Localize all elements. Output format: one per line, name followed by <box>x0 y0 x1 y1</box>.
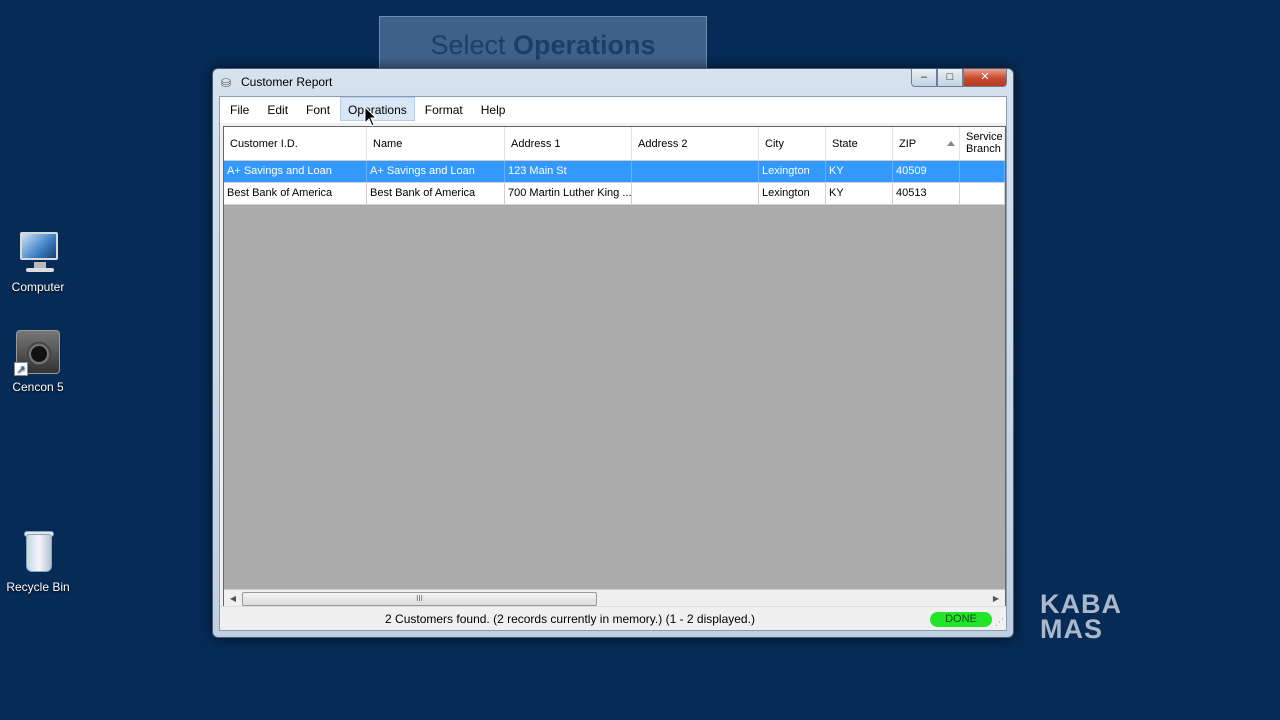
mouse-pointer-icon <box>364 106 378 127</box>
column-header-city[interactable]: City <box>759 127 826 160</box>
cell-address-1: 700 Martin Luther King ... <box>505 183 632 204</box>
cell-city: Lexington <box>759 183 826 204</box>
title-bar[interactable]: ⛁ Customer Report ‒ □ ✕ <box>213 69 1013 97</box>
column-header-customer-id[interactable]: Customer I.D. <box>224 127 367 160</box>
logo-line-2: MAS <box>1040 614 1103 644</box>
minimize-button[interactable]: ‒ <box>911 69 937 87</box>
desktop-icon-recycle-bin[interactable]: Recycle Bin <box>0 528 76 594</box>
scroll-right-arrow-icon[interactable]: ▶ <box>989 592 1003 606</box>
desktop-icon-cencon[interactable]: ↗ Cencon 5 <box>0 328 76 394</box>
sort-ascending-icon <box>947 141 955 146</box>
window-client-area: File Edit Font Operations Format Help Cu… <box>219 96 1007 631</box>
desktop-icon-label: Recycle Bin <box>6 580 70 594</box>
table-row[interactable]: Best Bank of America Best Bank of Americ… <box>224 183 1005 205</box>
resize-grip-icon[interactable]: ⋰ <box>995 617 1004 628</box>
computer-icon <box>14 228 62 276</box>
close-button[interactable]: ✕ <box>963 69 1007 87</box>
menu-file[interactable]: File <box>222 97 257 121</box>
menu-font[interactable]: Font <box>298 97 338 121</box>
cell-customer-id: A+ Savings and Loan <box>224 161 367 182</box>
status-bar: 2 Customers found. (2 records currently … <box>220 606 1006 630</box>
kaba-mas-logo: KABA MAS <box>1040 591 1150 644</box>
menu-format[interactable]: Format <box>417 97 471 121</box>
column-header-zip[interactable]: ZIP <box>893 127 960 160</box>
cell-state: KY <box>826 161 893 182</box>
column-header-zip-label: ZIP <box>899 138 917 150</box>
grid-header: Customer I.D. Name Address 1 Address 2 C… <box>224 127 1005 161</box>
cell-zip: 40513 <box>893 183 960 204</box>
scroll-left-arrow-icon[interactable]: ◀ <box>226 592 240 606</box>
menu-help[interactable]: Help <box>473 97 514 121</box>
customer-grid[interactable]: Customer I.D. Name Address 1 Address 2 C… <box>223 126 1006 608</box>
column-header-address-1[interactable]: Address 1 <box>505 127 632 160</box>
window-title: Customer Report <box>241 75 333 89</box>
desktop-icon-computer[interactable]: Computer <box>0 228 76 294</box>
table-row[interactable]: A+ Savings and Loan A+ Savings and Loan … <box>224 161 1005 183</box>
cell-address-2 <box>632 161 759 182</box>
cell-state: KY <box>826 183 893 204</box>
cell-zip: 40509 <box>893 161 960 182</box>
menu-bar: File Edit Font Operations Format Help <box>220 97 1006 123</box>
column-header-address-2[interactable]: Address 2 <box>632 127 759 160</box>
status-badge: DONE <box>930 612 992 627</box>
cell-address-2 <box>632 183 759 204</box>
cencon-app-icon: ↗ <box>14 328 62 376</box>
cell-service-branch <box>960 183 1005 204</box>
horizontal-scrollbar[interactable]: ◀ III ▶ <box>224 589 1005 607</box>
desktop-icon-label: Cencon 5 <box>12 380 64 394</box>
desktop-icon-label: Computer <box>11 280 65 294</box>
cell-service-branch <box>960 161 1005 182</box>
column-header-name[interactable]: Name <box>367 127 505 160</box>
customer-report-window: ⛁ Customer Report ‒ □ ✕ File Edit Font O… <box>212 68 1014 638</box>
recycle-bin-icon <box>14 528 62 576</box>
column-header-service-branch[interactable]: Service Branch <box>960 127 1005 160</box>
scrollbar-thumb[interactable]: III <box>242 592 597 606</box>
callout-highlight: Operations <box>513 30 656 60</box>
instruction-callout: Select Operations <box>379 16 707 85</box>
app-icon: ⛁ <box>221 76 232 90</box>
status-message: 2 Customers found. (2 records currently … <box>385 612 755 626</box>
menu-edit[interactable]: Edit <box>259 97 296 121</box>
callout-prefix: Select <box>430 30 513 60</box>
column-header-state[interactable]: State <box>826 127 893 160</box>
cell-name: A+ Savings and Loan <box>367 161 505 182</box>
cell-name: Best Bank of America <box>367 183 505 204</box>
cell-city: Lexington <box>759 161 826 182</box>
cell-customer-id: Best Bank of America <box>224 183 367 204</box>
maximize-button[interactable]: □ <box>937 69 963 87</box>
cell-address-1: 123 Main St <box>505 161 632 182</box>
